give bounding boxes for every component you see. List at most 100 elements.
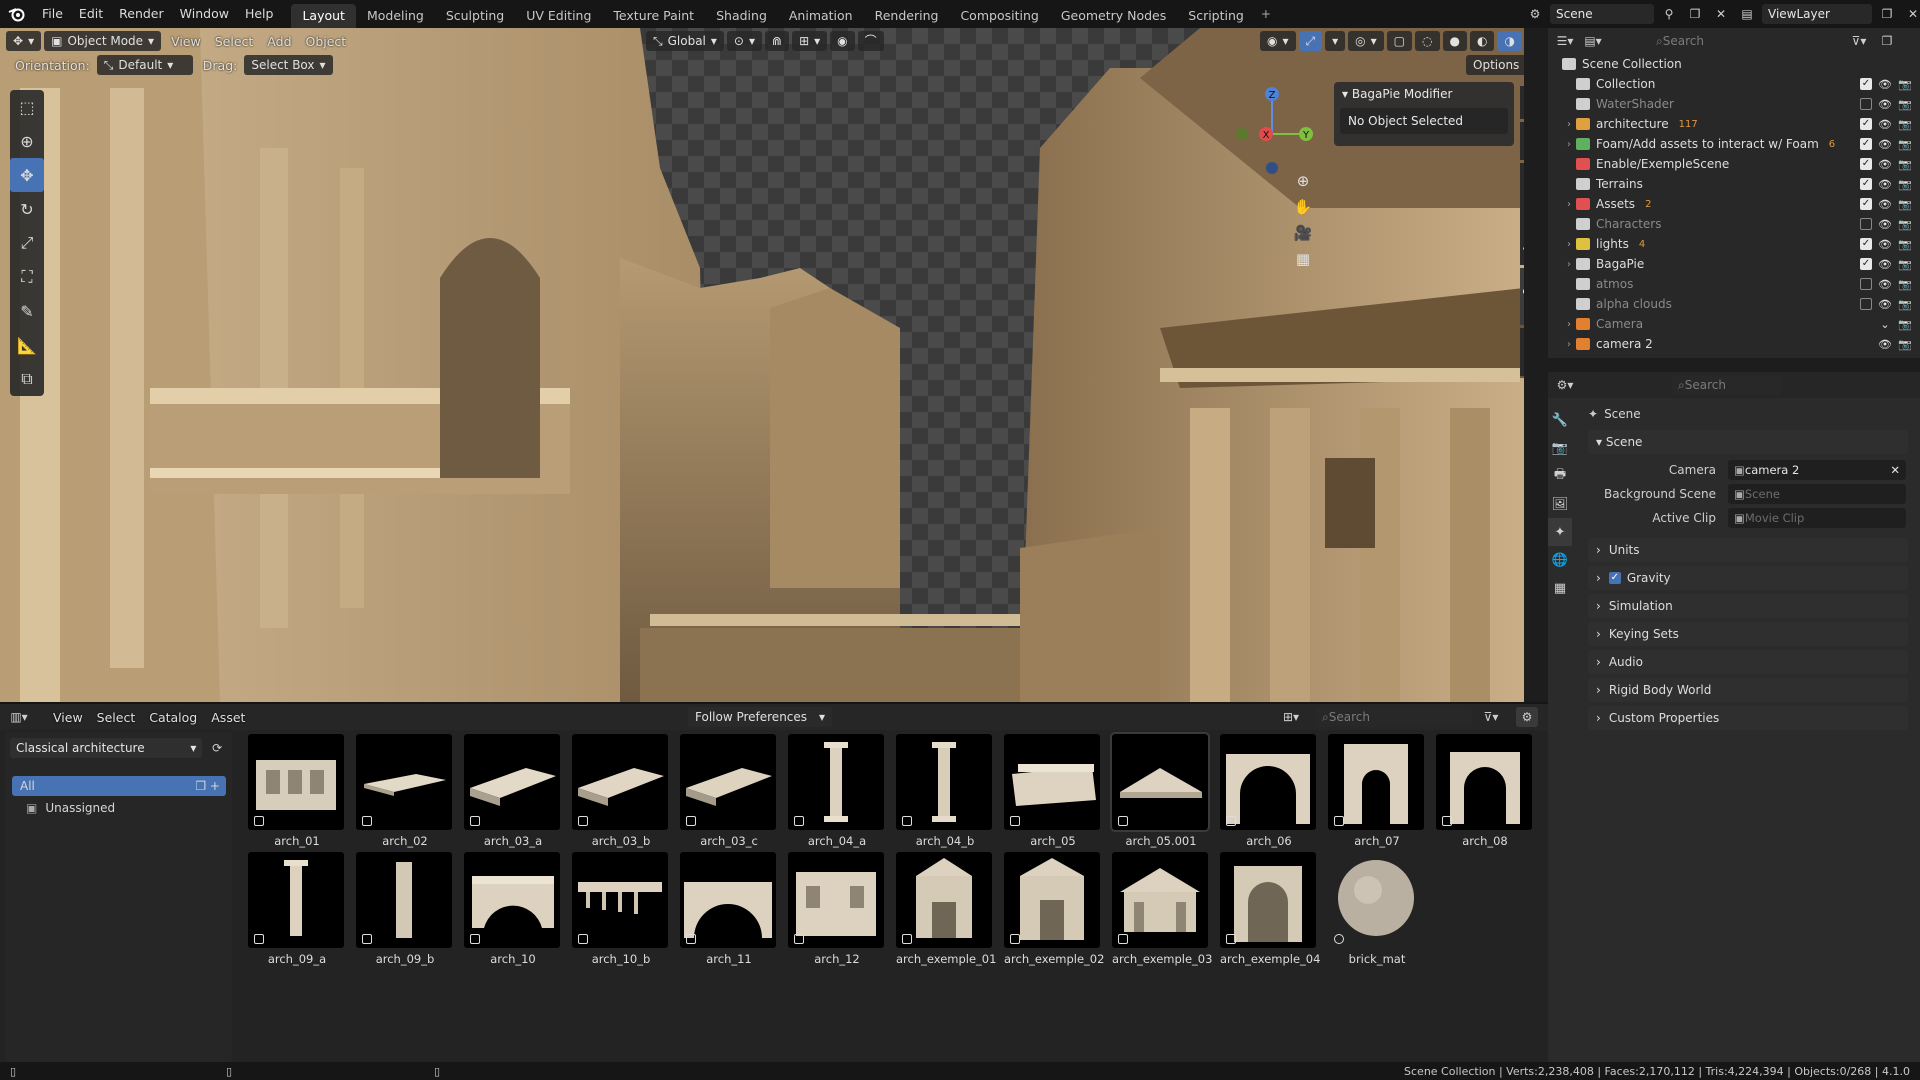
perspective-grid-icon[interactable]: ▦	[1290, 246, 1316, 272]
asset-tile[interactable]: arch_05.001	[1110, 732, 1210, 848]
eye-icon[interactable]: 👁	[1878, 218, 1892, 231]
eye-icon[interactable]: ⌄	[1878, 318, 1892, 331]
view-layer-tab-icon[interactable]: 🖼	[1548, 490, 1572, 518]
prop-field[interactable]: ▣ camera 2 ✕	[1728, 460, 1906, 480]
view-layer-icon[interactable]: ▤	[1736, 4, 1758, 24]
outliner-row[interactable]: Terrains ✓ 👁 📷	[1548, 174, 1920, 194]
asset-menu-asset[interactable]: Asset	[204, 710, 252, 725]
eye-icon[interactable]: 👁	[1878, 178, 1892, 191]
asset-menu-catalog[interactable]: Catalog	[142, 710, 204, 725]
asset-filter-icon[interactable]: ⊽▾	[1480, 707, 1502, 727]
tab-uv-editing[interactable]: UV Editing	[515, 4, 602, 28]
3d-viewport[interactable]: ✥ ▾ ▣ Object Mode ▾ View Select Add Object ⤡ Gl…	[0, 28, 1524, 702]
render-camera-icon[interactable]: 📷	[1898, 318, 1912, 331]
exclude-checkbox[interactable]: ✓	[1860, 138, 1872, 150]
asset-library-dropdown[interactable]: Classical architecture ▾	[10, 738, 203, 758]
add-workspace-button[interactable]: +	[1255, 2, 1277, 26]
expand-chevron-icon[interactable]: ›	[1562, 259, 1576, 270]
asset-tile[interactable]: arch_06	[1220, 734, 1318, 848]
add-cube-tool[interactable]: ⧉	[10, 362, 44, 396]
gizmo-toggle[interactable]: ⤢	[1298, 31, 1323, 51]
eye-icon[interactable]: 👁	[1878, 238, 1892, 251]
display-size-icon[interactable]: ⊞▾	[1280, 707, 1302, 727]
scene-tab-icon[interactable]: ✦	[1548, 518, 1572, 546]
tab-rendering[interactable]: Rendering	[864, 4, 950, 28]
properties-search-input[interactable]: ⌕ Search	[1672, 375, 1782, 395]
eye-icon[interactable]: 👁	[1878, 298, 1892, 311]
visibility-dropdown[interactable]: ◉ ▾	[1260, 31, 1296, 51]
scale-tool[interactable]: ⤢	[10, 226, 44, 260]
exclude-checkbox[interactable]	[1860, 278, 1872, 290]
tool-tab-icon[interactable]: 🔧	[1548, 406, 1572, 434]
eye-icon[interactable]: 👁	[1878, 198, 1892, 211]
outliner-row[interactable]: Enable/ExempleScene ✓ 👁 📷	[1548, 154, 1920, 174]
import-method-dropdown[interactable]: Follow Preferences ▾	[688, 707, 832, 727]
asset-tile[interactable]: arch_12	[788, 852, 886, 966]
outliner-row[interactable]: › Camera ⌄ 📷	[1548, 314, 1920, 334]
transform-orientation-dropdown[interactable]: ⤡ Global ▾	[646, 31, 724, 51]
new-view-layer-icon[interactable]: ❐	[1876, 4, 1898, 24]
menu-render[interactable]: Render	[111, 3, 172, 25]
asset-search-input[interactable]: ⌕ Search	[1316, 707, 1472, 727]
exclude-checkbox[interactable]: ✓	[1860, 78, 1872, 90]
snap-target-dropdown[interactable]: ⊞ ▾	[792, 31, 828, 51]
prop-field[interactable]: ▣ Movie Clip	[1728, 508, 1906, 528]
render-camera-icon[interactable]: 📷	[1898, 78, 1912, 91]
scene-panel-header[interactable]: ▾ Scene	[1588, 430, 1908, 454]
asset-tile[interactable]: arch_09_b	[356, 852, 454, 966]
asset-tile[interactable]: arch_07	[1328, 734, 1426, 848]
eye-icon[interactable]: 👁	[1878, 258, 1892, 271]
eye-icon[interactable]: 👁	[1878, 158, 1892, 171]
outliner-row[interactable]: › BagaPie ✓ 👁 📷	[1548, 254, 1920, 274]
clear-icon[interactable]: ✕	[1890, 463, 1900, 477]
viewport-menu-add[interactable]: Add	[260, 34, 298, 49]
panel-custom-properties[interactable]: › Custom Properties	[1588, 706, 1908, 730]
exclude-checkbox[interactable]	[1860, 298, 1872, 310]
eye-icon[interactable]: 👁	[1878, 338, 1892, 351]
asset-tile[interactable]: arch_04_b	[896, 734, 994, 848]
render-camera-icon[interactable]: 📷	[1898, 158, 1912, 171]
exclude-checkbox[interactable]: ✓	[1860, 238, 1872, 250]
orientation-dropdown[interactable]: ⤡ Default ▾	[96, 55, 193, 75]
render-camera-icon[interactable]: 📷	[1898, 278, 1912, 291]
expand-chevron-icon[interactable]: ›	[1562, 119, 1576, 130]
new-scene-icon[interactable]: ❐	[1684, 4, 1706, 24]
outliner-row[interactable]: › Foam/Add assets to interact w/ Foam 6 ✓ 👁 📷	[1548, 134, 1920, 154]
pivot-point-dropdown[interactable]: ⊙ ▾	[726, 31, 763, 51]
catalog-item-unassigned[interactable]: ▣ Unassigned	[26, 798, 226, 818]
filter-icon[interactable]: ⊽▾	[1848, 31, 1870, 51]
outliner-row[interactable]: › Assets 2 ✓ 👁 📷	[1548, 194, 1920, 214]
viewport-menu-select[interactable]: Select	[208, 34, 261, 49]
solid-shading-button[interactable]: ●	[1442, 31, 1467, 51]
render-camera-icon[interactable]: 📷	[1898, 238, 1912, 251]
display-mode-icon[interactable]: ▤▾	[1582, 31, 1604, 51]
panel-gravity[interactable]: › ✓ Gravity	[1588, 566, 1908, 590]
exclude-checkbox[interactable]	[1860, 98, 1872, 110]
scene-selector[interactable]: Scene	[1550, 4, 1654, 24]
asset-tile[interactable]: arch_09_a	[248, 852, 346, 966]
render-camera-icon[interactable]: 📷	[1898, 138, 1912, 151]
scene-pin-icon[interactable]: ⚲	[1658, 4, 1680, 24]
eye-icon[interactable]: 👁	[1878, 278, 1892, 291]
annotate-tool[interactable]: ✎	[10, 294, 44, 328]
expand-chevron-icon[interactable]: ›	[1562, 339, 1576, 350]
asset-tile[interactable]: arch_04_a	[788, 734, 886, 848]
menu-help[interactable]: Help	[237, 3, 282, 25]
asset-tile[interactable]: arch_exemple_02	[1004, 852, 1104, 966]
gizmo-dropdown[interactable]: ▾	[1325, 31, 1346, 51]
asset-tile[interactable]: arch_exemple_01	[896, 852, 996, 966]
cursor-tool[interactable]: ⊕	[10, 124, 44, 158]
falloff-dropdown[interactable]: ⌒	[857, 31, 884, 51]
measure-tool[interactable]: 📐	[10, 328, 44, 362]
outliner-row[interactable]: alpha clouds 👁 📷	[1548, 294, 1920, 314]
asset-tile[interactable]: arch_11	[680, 852, 778, 966]
catalog-item-all[interactable]: All ❐ +	[12, 776, 226, 796]
eye-icon[interactable]: 👁	[1878, 138, 1892, 151]
object-mode-dropdown[interactable]: ▣ Object Mode ▾	[44, 31, 162, 51]
render-camera-icon[interactable]: 📷	[1898, 218, 1912, 231]
sidebar-tab-tool[interactable]: Tool	[1520, 86, 1524, 120]
exclude-checkbox[interactable]: ✓	[1860, 258, 1872, 270]
outliner-editor-icon[interactable]: ☰▾	[1554, 31, 1576, 51]
tab-modeling[interactable]: Modeling	[356, 4, 435, 28]
asset-tile[interactable]: arch_03_b	[572, 734, 670, 848]
